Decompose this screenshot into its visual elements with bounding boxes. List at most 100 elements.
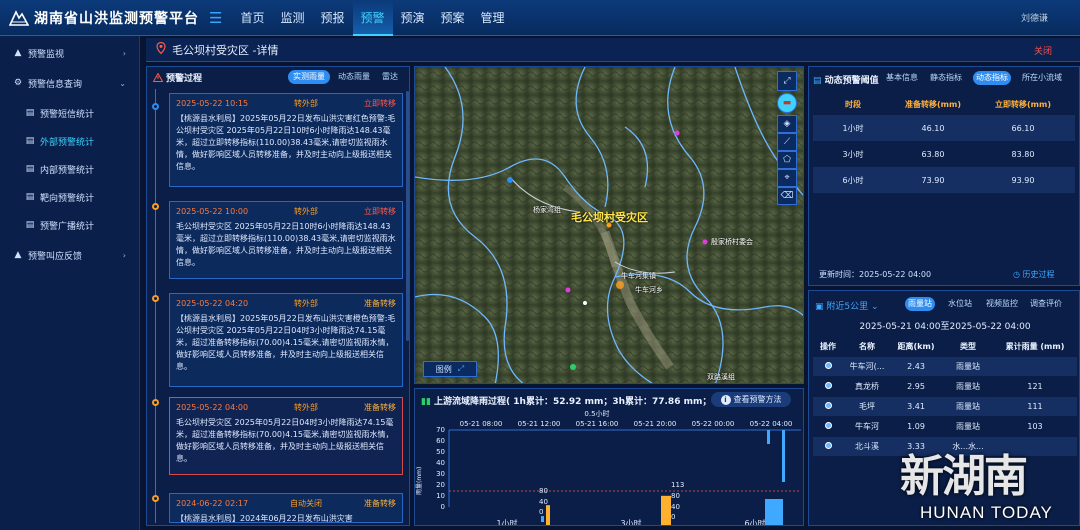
sidebar-item-4[interactable]: ▤ 内部预警统计	[0, 156, 140, 182]
rain-bar	[782, 430, 785, 482]
nav-item-3[interactable]: 预警	[352, 0, 393, 36]
top-tick-label: 05-21 12:00	[518, 420, 561, 428]
nearby-cell: 真龙桥	[855, 382, 879, 391]
map-label: 殷家桥村委会	[711, 238, 753, 246]
card-date: 2025-05-22 10:15	[176, 99, 249, 108]
sidebar-item-2[interactable]: ▤ 预警短信统计	[0, 100, 140, 126]
nav-item-5[interactable]: 预案	[433, 0, 473, 36]
y-tick-label: 70	[436, 426, 445, 434]
process-tab-2[interactable]: 雷达	[377, 70, 403, 84]
menu-icon[interactable]: ☰	[209, 9, 222, 27]
accum-bar-1h	[546, 505, 550, 525]
briefcase-icon[interactable]: ▬	[777, 93, 797, 113]
measure-icon[interactable]: ⌖	[777, 169, 797, 187]
history-button[interactable]: ◷ 历史过程	[1013, 269, 1055, 280]
expand-icon: ⤢	[457, 364, 465, 373]
sidebar-item-label: 外部预警统计	[40, 137, 95, 148]
fullscreen-icon[interactable]: ⤢	[777, 71, 797, 91]
warning-card[interactable]: 2025-05-22 10:15 转外部 立即转移 【桃源县水利局】2025年05月2…	[169, 93, 403, 187]
close-button[interactable]: 关闭	[1034, 44, 1052, 57]
nearby-tab-0[interactable]: 雨量站	[905, 297, 935, 311]
nearby-cell: 121	[1027, 382, 1043, 391]
nav-item-2[interactable]: 预报	[312, 0, 352, 36]
map-view[interactable]: 毛公坝村受灾区 杨家湾组 殷家桥村委会 牛车河集镇 牛车河乡 双路溪组 图例 ⤢ ⤢ ▬ ◈…	[414, 66, 804, 384]
legend-button[interactable]: 图例 ⤢	[423, 361, 477, 377]
locate-icon[interactable]	[824, 362, 832, 369]
info-icon: i	[720, 394, 731, 405]
top-tick-label: 05-21 08:00	[460, 420, 503, 428]
threshold-header: 时段	[845, 99, 861, 109]
locate-icon[interactable]	[824, 422, 832, 429]
map-main-label: 毛公坝村受灾区	[571, 211, 648, 224]
nearby-cell: 111	[1027, 402, 1043, 411]
nav-item-0[interactable]: 首页	[232, 0, 272, 36]
layers-icon[interactable]: ◈	[777, 115, 797, 133]
sidebar-item-7[interactable]: ▲ 预警叫应反馈 ›	[0, 242, 140, 268]
polygon-icon[interactable]: ⬠	[777, 151, 797, 169]
app-title: 湖南省山洪监测预警平台	[34, 10, 199, 27]
card-header: 2025-05-22 04:00 转外部 准备转移	[176, 402, 396, 414]
nearby-tab-1[interactable]: 水位站	[945, 297, 975, 311]
y-tick-label: 0	[441, 503, 445, 511]
threshold-title: ▤ 动态预警阈值	[813, 76, 879, 86]
card-status: 自动关闭	[290, 499, 323, 508]
nav-item-4[interactable]: 预演	[393, 0, 433, 36]
group-label: 6小时	[744, 518, 765, 525]
locate-icon[interactable]	[824, 402, 832, 409]
rain-title: ▮▮ 上游流域降雨过程( 1h累计：52.92 mm；3h累计：77.86 mm…	[421, 397, 734, 407]
card-status: 转外部	[294, 299, 319, 308]
y-tick-label: 10	[436, 492, 445, 500]
threshold-tab-0[interactable]: 基本信息	[883, 71, 921, 85]
nearby-row[interactable]: 真龙桥 2.95 雨量站 121	[813, 377, 1077, 396]
threshold-tab-1[interactable]: 静态指标	[927, 71, 965, 85]
threshold-tab-3[interactable]: 所在小流域	[1019, 71, 1065, 85]
card-text: 【桃源县水利局】2024年06月22日发布山洪灾害	[176, 514, 353, 523]
nearby-tab-3[interactable]: 调查评价	[1027, 297, 1065, 311]
process-tab-0[interactable]: 实测雨量	[288, 70, 330, 84]
card-date: 2025-05-22 10:00	[176, 207, 249, 216]
sidebar-item-6[interactable]: ▤ 预警广播统计	[0, 212, 140, 238]
nearby-cell: 牛车河	[855, 422, 879, 431]
process-scrollbar[interactable]	[406, 91, 409, 341]
nearby-cell: 北斗溪	[855, 442, 879, 451]
sidebar-item-3[interactable]: ▤ 外部预警统计	[0, 128, 140, 154]
locate-icon[interactable]	[824, 382, 832, 389]
card-level: 立即转移	[364, 99, 396, 108]
locate-cell	[813, 422, 843, 431]
warning-card[interactable]: 2025-05-22 10:00 转外部 立即转移 毛公坝村受灾区 2025年05月2…	[169, 201, 403, 279]
nearby-row[interactable]: 毛坪 3.41 雨量站 111	[813, 397, 1077, 416]
doc-icon: ▤	[25, 136, 35, 146]
nav-item-6[interactable]: 管理	[473, 0, 513, 36]
threshold-cell: 73.90	[921, 175, 945, 185]
nearby-row[interactable]: 牛车河 1.09 雨量站 103	[813, 417, 1077, 436]
process-tab-1[interactable]: 动态雨量	[333, 70, 375, 84]
warning-card[interactable]: 2025-05-22 04:00 转外部 准备转移 毛公坝村受灾区 2025年05月2…	[169, 397, 403, 475]
sidebar-item-1[interactable]: ⚙ 预警信息查询 ⌄	[0, 70, 140, 96]
view-method-button[interactable]: i 查看预警方法	[711, 392, 791, 407]
threshold-update-time: 更新时间：2025-05-22 04:00	[819, 270, 932, 279]
nearby-header: 距离(km)	[897, 342, 935, 351]
nav-item-1[interactable]: 监测	[272, 0, 312, 36]
sidebar-item-0[interactable]: ▲ 预警监视 ›	[0, 40, 140, 66]
ruler-icon[interactable]: ⟋	[777, 133, 797, 151]
top-bar: 湖南省山洪监测预警平台 ☰ 首页 监测 预报 预警 预演 预案 管理 刘德谦	[0, 0, 1080, 36]
card-status: 转外部	[294, 99, 319, 108]
nearby-header: 累计雨量 (mm)	[1005, 342, 1065, 351]
user-name[interactable]: 刘德谦	[1021, 11, 1048, 24]
sidebar-item-5[interactable]: ▤ 靶向预警统计	[0, 184, 140, 210]
y-tick-label: 30	[436, 470, 445, 478]
nearby-dropdown[interactable]: ▣ 附近5公里 ⌄	[815, 299, 879, 312]
warning-card[interactable]: 2025-05-22 04:20 转外部 准备转移 【桃源县水利局】2025年05月2…	[169, 293, 403, 387]
card-level: 准备转移	[364, 403, 396, 412]
nearby-tab-2[interactable]: 视频监控	[983, 297, 1021, 311]
locate-icon[interactable]	[824, 442, 832, 449]
y-tick-label: 40	[436, 459, 445, 467]
warning-card[interactable]: 2024-06-22 02:17 自动关闭 准备转移 【桃源县水利局】2024年06月…	[169, 493, 403, 523]
trash-icon[interactable]: ⌫	[777, 187, 797, 205]
sidebar-item-label: 预警短信统计	[40, 109, 95, 120]
nearby-row[interactable]: 牛车河(... 2.43 雨量站	[813, 357, 1077, 376]
top-tick-label: 05-22 04:00	[750, 420, 793, 428]
nearby-cell: 2.43	[907, 362, 925, 371]
info-icon: ⚙	[13, 78, 23, 88]
threshold-tab-2[interactable]: 动态指标	[973, 71, 1011, 85]
